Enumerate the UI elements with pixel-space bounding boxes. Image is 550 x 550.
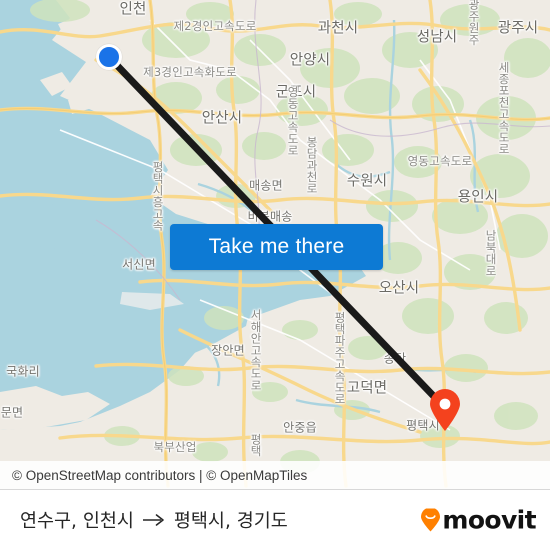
map-canvas[interactable]: 인천 제2경인고속도로 과천시 성남시 광주시 제3경인고속화도로 안양시 군포시 영동고속도로… — [0, 0, 550, 490]
take-me-there-label: Take me there — [208, 235, 345, 258]
origin-dot[interactable] — [96, 44, 122, 70]
arrow-right-icon — [142, 514, 164, 526]
take-me-there-button[interactable]: Take me there — [170, 224, 383, 270]
moovit-route-card: 인천 제2경인고속도로 과천시 성남시 광주시 제3경인고속화도로 안양시 군포시 영동고속도로… — [0, 0, 550, 550]
moovit-wordmark: moovit — [442, 505, 536, 535]
footer-bar: 연수구, 인천시 평택시, 경기도 moovit — [0, 490, 550, 550]
map-attribution[interactable]: © OpenStreetMap contributors | © OpenMap… — [0, 461, 550, 490]
route-summary: 연수구, 인천시 평택시, 경기도 — [20, 507, 288, 533]
origin-label: 연수구, 인천시 — [20, 511, 134, 532]
attribution-text: © OpenStreetMap contributors | © OpenMap… — [12, 467, 308, 483]
destination-pin[interactable] — [428, 388, 462, 432]
destination-label: 평택시, 경기도 — [173, 511, 288, 532]
moovit-pin-icon — [421, 508, 441, 531]
moovit-logo[interactable]: moovit — [420, 505, 537, 535]
